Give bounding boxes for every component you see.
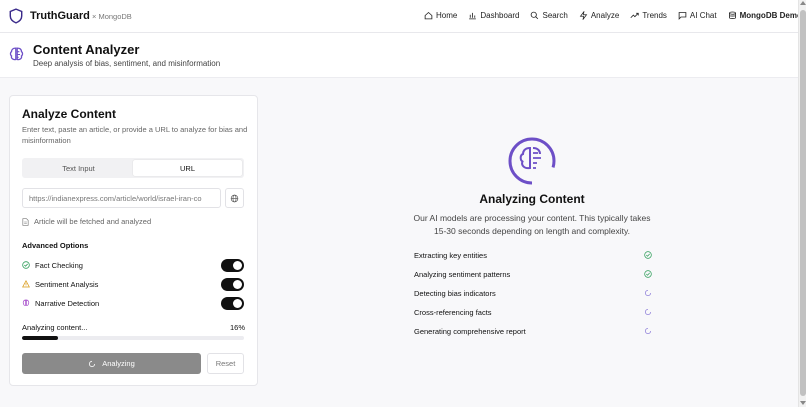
main-content: Analyze Content Enter text, paste an art… [0,78,798,407]
fetch-note-text: Article will be fetched and analyzed [34,217,152,226]
spinner-icon [645,308,652,315]
step-extracting-entities: Extracting key entities [414,249,652,261]
spinner-icon [89,360,96,367]
nav-trends-label: Trends [642,11,667,20]
page-subtitle: Deep analysis of bias, sentiment, and mi… [33,59,221,68]
option-sentiment-analysis: Sentiment Analysis [22,277,244,291]
step-label: Extracting key entities [414,250,487,260]
progress-bar-fill [22,336,58,340]
url-input[interactable] [22,188,221,208]
document-icon [22,217,29,226]
option-fact-checking: Fact Checking [22,258,244,272]
nav-home-label: Home [436,11,458,20]
tab-url[interactable]: URL [133,160,242,176]
nav-dashboard-label: Dashboard [480,11,520,20]
option-label: Narrative Detection [35,298,100,308]
brain-icon [508,137,556,185]
page-header: Content Analyzer Deep analysis of bias, … [0,33,798,78]
analysis-status-panel: Analyzing Content Our AI models are proc… [262,78,798,407]
analyze-content-card: Analyze Content Enter text, paste an art… [9,95,258,386]
reset-button[interactable]: Reset [207,353,244,374]
card-title: Analyze Content [22,107,117,121]
step-label: Cross-referencing facts [414,307,492,317]
status-description: Our AI models are processing your conten… [413,213,651,236]
message-icon [678,12,687,20]
nav-home[interactable]: Home [424,11,457,20]
bar-chart-icon [469,12,477,20]
nav-search-label: Search [542,11,568,20]
zap-icon [579,11,588,20]
progress-bar [22,336,244,340]
sentiment-analysis-toggle[interactable] [221,277,244,291]
step-analyzing-sentiment: Analyzing sentiment patterns [414,268,652,280]
analyze-button-label: Analyzing [102,359,135,368]
spinner-icon [645,289,652,296]
globe-icon [230,194,239,202]
advanced-options-title: Advanced Options [22,241,89,250]
trending-up-icon [630,12,639,19]
check-circle-icon [22,261,30,269]
nav-mongodb-demo[interactable]: MongoDB Demo [728,11,802,20]
analyze-button[interactable]: Analyzing [22,353,201,374]
scrollbar-thumb[interactable] [800,10,806,396]
progress-percent: 16% [230,323,246,332]
tab-text-input[interactable]: Text Input [24,160,133,176]
page-title: Content Analyzer [33,42,140,57]
database-icon [728,11,736,19]
step-label: Generating comprehensive report [414,326,526,336]
card-description: Enter text, paste an article, or provide… [22,125,248,145]
progress-label: Analyzing content... [22,323,88,332]
shield-logo-icon [9,8,23,24]
nav-analyze[interactable]: Analyze [579,11,619,20]
page-scrollbar[interactable] [798,0,806,407]
option-label: Fact Checking [35,260,83,270]
nav-search[interactable]: Search [530,11,568,20]
brain-icon [22,299,30,306]
brain-icon [9,47,24,61]
fact-checking-toggle[interactable] [221,258,244,272]
step-detecting-bias: Detecting bias indicators [414,287,652,299]
option-narrative-detection: Narrative Detection [22,296,244,310]
status-title: Analyzing Content [479,192,585,206]
step-generating-report: Generating comprehensive report [414,325,652,337]
fetch-note: Article will be fetched and analyzed [22,217,151,226]
step-label: Detecting bias indicators [414,288,496,298]
fetch-url-button[interactable] [225,188,244,208]
home-icon [424,11,433,20]
search-icon [531,11,539,20]
option-label: Sentiment Analysis [35,279,99,289]
top-navigation-bar: TruthGuard × MongoDB Home Dashboard Sear… [0,0,802,33]
spinner-icon [645,327,652,334]
scroll-down-arrow[interactable] [800,401,806,405]
nav-mongodb-demo-label: MongoDB Demo [739,11,802,20]
narrative-detection-toggle[interactable] [221,296,244,310]
warning-triangle-icon [22,280,30,288]
nav-ai-chat-label: AI Chat [689,11,717,20]
step-label: Analyzing sentiment patterns [414,269,511,279]
nav-analyze-label: Analyze [590,11,620,20]
scroll-up-arrow[interactable] [800,1,806,5]
check-circle-icon [644,251,652,259]
nav-trends[interactable]: Trends [630,11,667,20]
brand-name[interactable]: TruthGuard [30,10,90,22]
brand-partner: × MongoDB [92,12,132,21]
nav-ai-chat[interactable]: AI Chat [678,11,717,20]
main-nav: Home Dashboard Search Analyze Trends AI … [424,11,802,20]
nav-dashboard[interactable]: Dashboard [468,11,519,20]
step-cross-referencing: Cross-referencing facts [414,306,652,318]
input-mode-tabs: Text Input URL [22,158,244,178]
check-circle-icon [644,270,652,278]
